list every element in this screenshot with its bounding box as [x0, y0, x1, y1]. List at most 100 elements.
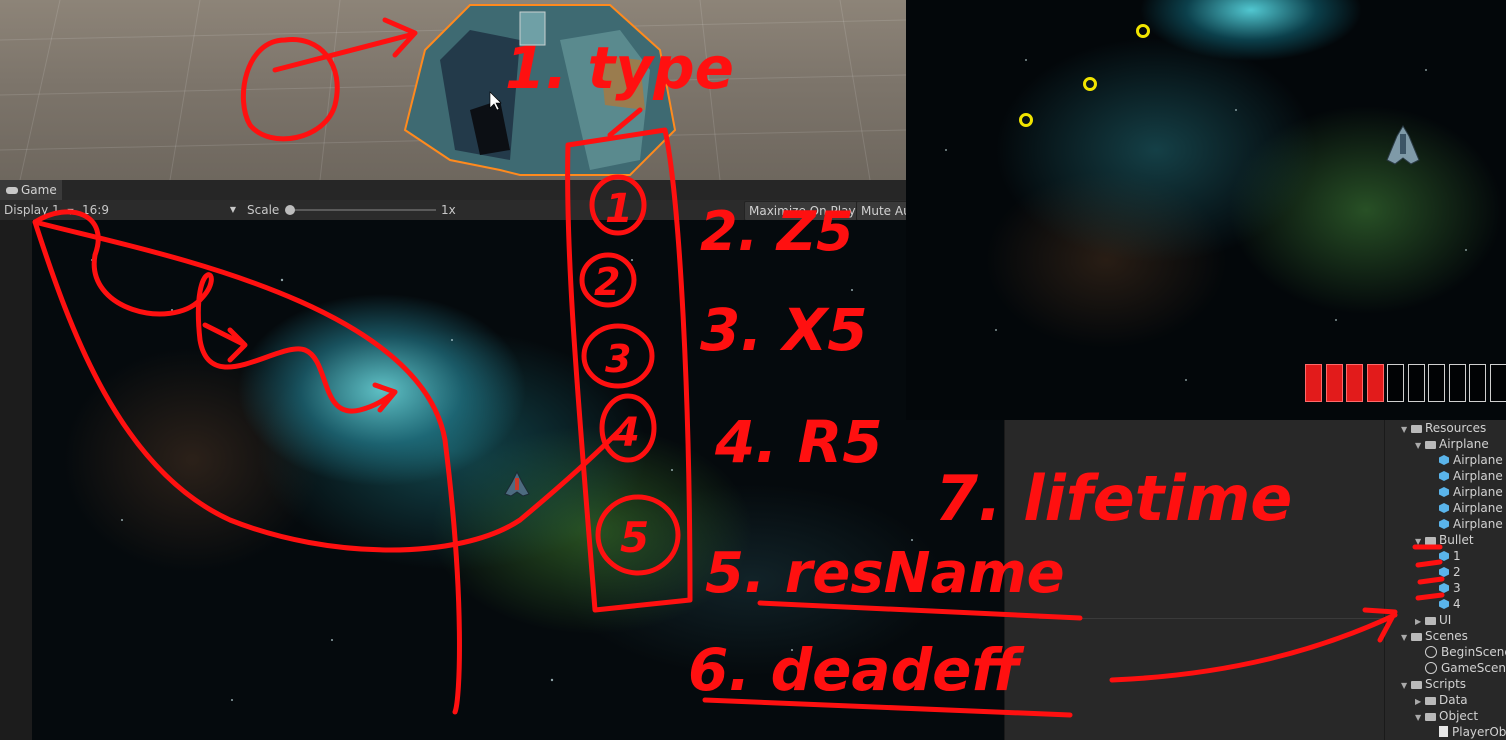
display-select[interactable]: Display 1 ▼ [4, 200, 74, 222]
scale-slider-thumb[interactable] [285, 205, 295, 215]
project-tree-item-label: Data [1439, 693, 1468, 707]
project-tree-item[interactable]: ▼ Resources [1401, 420, 1486, 436]
folder-icon [1425, 537, 1436, 545]
player-ship [504, 470, 530, 497]
project-tree-item[interactable]: PlayerObject [1429, 724, 1506, 740]
chevron-down-icon[interactable]: ▼ [1401, 422, 1411, 438]
project-tree-item-label: Airplane [1439, 437, 1489, 451]
project-tree-item-label: Scenes [1425, 629, 1468, 643]
gamepad-icon [6, 187, 18, 194]
health-cell-empty [1387, 364, 1404, 402]
folder-icon [1425, 441, 1436, 449]
aspect-select-label: 16:9 [82, 203, 109, 217]
project-tree-item[interactable]: 4 [1429, 596, 1461, 612]
scene-icon [1425, 662, 1437, 674]
chevron-down-icon[interactable]: ▼ [1401, 630, 1411, 646]
game-tab-bar [0, 180, 906, 201]
project-tree-item-label: Bullet [1439, 533, 1474, 547]
game-preview-window [906, 0, 1506, 420]
folder-icon [1411, 633, 1422, 641]
scene-grid [0, 0, 906, 180]
chevron-down-icon[interactable]: ▼ [1415, 438, 1425, 454]
project-tree-item-label: Scripts [1425, 677, 1467, 691]
project-tree-item-label: Object [1439, 709, 1479, 723]
chevron-down-icon: ▼ [229, 205, 236, 214]
project-tree-item-label: GameScene [1441, 661, 1506, 675]
csharp-script-icon [1439, 726, 1448, 737]
prefab-cube-icon [1439, 551, 1449, 561]
tab-game-label: Game [21, 183, 57, 197]
folder-icon [1411, 681, 1422, 689]
selected-airplane-model [403, 4, 677, 176]
prefab-cube-icon [1439, 599, 1449, 609]
project-tree-item-label: UI [1439, 613, 1452, 627]
prefab-cube-icon [1439, 519, 1449, 529]
game-toolbar: Display 1 ▼ 16:9 ▼ Scale 1x Maximize On … [0, 200, 922, 222]
bullet-ring [1136, 24, 1150, 38]
project-tree-item[interactable]: Airplane [1429, 500, 1503, 516]
folder-icon [1425, 617, 1436, 625]
project-tree-item[interactable]: ▶ Data [1415, 692, 1468, 708]
project-tree-item[interactable]: ▼ Bullet [1415, 532, 1474, 548]
game-view[interactable] [32, 220, 1004, 740]
health-cell-empty [1448, 364, 1466, 402]
health-cell-filled [1325, 364, 1343, 402]
project-tree-item[interactable]: 3 [1429, 580, 1461, 596]
aspect-select[interactable]: 16:9 ▼ [82, 200, 238, 220]
panel-divider [1039, 618, 1385, 619]
project-tree-item-label: Airplane [1453, 453, 1503, 467]
prefab-cube-icon [1439, 471, 1449, 481]
project-tree-item-label: 2 [1453, 565, 1461, 579]
game-view-margin [0, 220, 32, 740]
display-select-label: Display 1 [4, 203, 60, 217]
prefab-cube-icon [1439, 503, 1449, 513]
project-tree-item-label: PlayerObject [1452, 725, 1506, 739]
project-tree-item[interactable]: ▼ Scenes [1401, 628, 1468, 644]
bullet-ring [1083, 77, 1097, 91]
health-cell-empty [1407, 364, 1425, 402]
inspector-panel [1004, 420, 1385, 740]
maximize-on-play-button[interactable]: Maximize On Play [744, 201, 858, 221]
project-tree-item-label: 1 [1453, 549, 1461, 563]
folder-icon [1411, 425, 1422, 433]
tab-game[interactable]: Game [0, 180, 62, 200]
chevron-down-icon[interactable]: ▼ [1415, 534, 1425, 550]
project-tree-item[interactable]: ▼ Airplane [1415, 436, 1489, 452]
health-cell-empty [1469, 364, 1486, 402]
project-tree-item[interactable]: Airplane [1429, 484, 1503, 500]
project-tree-item-label: 4 [1453, 597, 1461, 611]
project-tree-item-label: Airplane [1453, 469, 1503, 483]
bullet-ring [1019, 113, 1033, 127]
project-tree-item[interactable]: Airplane [1429, 516, 1503, 532]
project-tree-item-label: Resources [1425, 421, 1487, 435]
preview-starfield [945, 59, 1467, 381]
project-tree-item[interactable]: Airplane [1429, 468, 1503, 484]
project-tree-item[interactable]: ▼ Object [1415, 708, 1478, 724]
chevron-down-icon[interactable]: ▼ [1401, 678, 1411, 694]
project-tree-item[interactable]: ▼ Scripts [1401, 676, 1466, 692]
folder-icon [1425, 713, 1436, 721]
health-cell-filled [1346, 364, 1363, 402]
enemy-ship [1386, 125, 1420, 165]
project-tree-item[interactable]: 1 [1429, 548, 1461, 564]
chevron-down-icon: ▼ [67, 207, 74, 216]
health-cell-filled [1366, 364, 1384, 402]
project-tree-item-label: 3 [1453, 581, 1461, 595]
project-tree-item[interactable]: BeginScene [1415, 644, 1506, 660]
prefab-cube-icon [1439, 567, 1449, 577]
health-cell-empty [1489, 364, 1506, 402]
project-tree-item[interactable]: GameScene [1415, 660, 1506, 676]
project-tree-item-label: Airplane [1453, 517, 1503, 531]
project-tree-item[interactable]: Airplane [1429, 452, 1503, 468]
health-cell-filled [1305, 364, 1322, 402]
scale-label: Scale [247, 203, 280, 217]
prefab-cube-icon [1439, 455, 1449, 465]
scene-view[interactable] [0, 0, 906, 180]
chevron-down-icon[interactable]: ▼ [1415, 710, 1425, 726]
scale-slider-track[interactable] [290, 209, 436, 211]
folder-icon [1425, 697, 1436, 705]
project-tree-item[interactable]: 2 [1429, 564, 1461, 580]
project-tree-item-label: BeginScene [1441, 645, 1506, 659]
project-tree-item[interactable]: ▶ UI [1415, 612, 1451, 628]
scale-value: 1x [441, 203, 456, 217]
